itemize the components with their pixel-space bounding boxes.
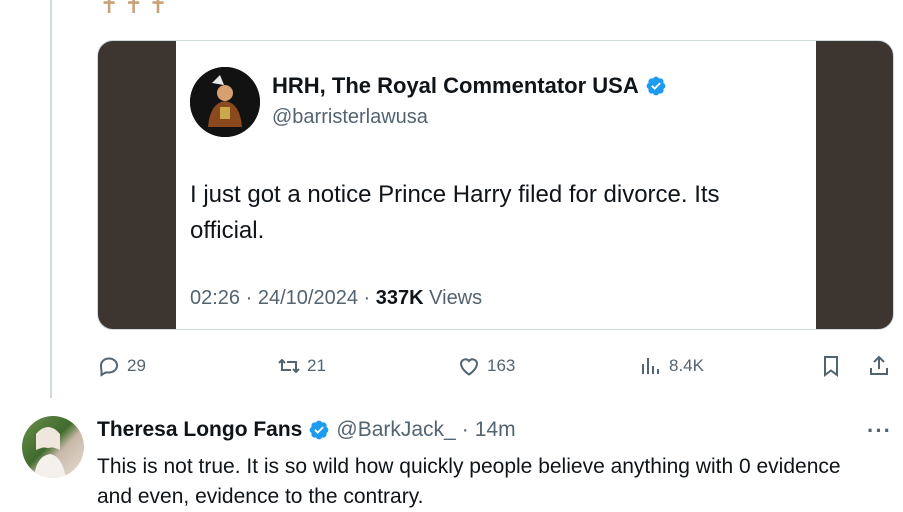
emoji-row: ✝ ✝ ✝ [100, 0, 167, 18]
like-count: 163 [487, 356, 516, 375]
quoted-author-name: HRH, The Royal Commentator USA [272, 73, 639, 98]
reply-text: This is not true. It is so wild how quic… [97, 455, 841, 508]
more-options-icon[interactable]: ··· [867, 418, 892, 444]
like-button[interactable]: 163 [457, 350, 515, 382]
emoji: ✝ [148, 0, 168, 18]
bookmark-icon [824, 356, 838, 377]
post-date: 24/10/2024 [257, 287, 358, 309]
media-image-card[interactable]: HRH, The Royal Commentator USA @barriste… [97, 40, 894, 330]
avatar-figure-icon [190, 67, 260, 137]
reply-author-avatar[interactable] [22, 416, 84, 478]
reply-icon [99, 357, 119, 377]
reply-header: Theresa Longo Fans @BarkJack_ · 14m [97, 418, 516, 442]
analytics-icon [642, 358, 659, 374]
header-separator: · [461, 418, 469, 441]
views-count: 337K [375, 287, 424, 309]
post-time: 02:26 [190, 287, 241, 309]
view-count: 8.4K [669, 356, 704, 375]
post-action-bar: 29 21 163 8.4K [97, 350, 897, 382]
repost-count: 21 [307, 356, 326, 375]
reply-button[interactable]: 29 [97, 350, 146, 382]
reply-timestamp[interactable]: 14m [475, 418, 516, 442]
emoji: ✝ [124, 0, 143, 18]
quoted-author-avatar [190, 67, 260, 137]
repost-button[interactable]: 21 [277, 350, 326, 382]
quoted-author-name-row: HRH, The Royal Commentator USA [272, 73, 667, 99]
reply-author-handle[interactable]: @BarkJack_ [336, 418, 455, 442]
quoted-author-handle: @barristerlawusa [272, 106, 428, 128]
quoted-post-meta: 02:26 · 24/10/2024 · 337K Views [190, 287, 482, 310]
bookmark-button[interactable] [819, 350, 843, 382]
views-button[interactable]: 8.4K [639, 350, 704, 382]
verified-badge-icon [646, 76, 666, 96]
verified-badge-icon [309, 420, 329, 440]
reply-count: 29 [127, 356, 146, 375]
meta-separator: · [245, 287, 253, 309]
avatar-photo-icon [34, 427, 66, 478]
meta-separator: · [363, 287, 371, 309]
quoted-post-text: I just got a notice Prince Harry filed f… [190, 181, 720, 244]
share-button[interactable] [867, 350, 891, 382]
heart-icon [459, 358, 479, 376]
reply-author-name[interactable]: Theresa Longo Fans [97, 418, 302, 442]
reply-post[interactable]: Theresa Longo Fans @BarkJack_ · 14m ··· … [22, 414, 892, 511]
emoji: ✝ [100, 0, 119, 18]
views-label: Views [429, 287, 483, 309]
share-icon [870, 355, 888, 375]
thread-line [50, 0, 52, 398]
repost-icon [278, 358, 300, 374]
quoted-post-screenshot: HRH, The Royal Commentator USA @barriste… [176, 41, 816, 329]
